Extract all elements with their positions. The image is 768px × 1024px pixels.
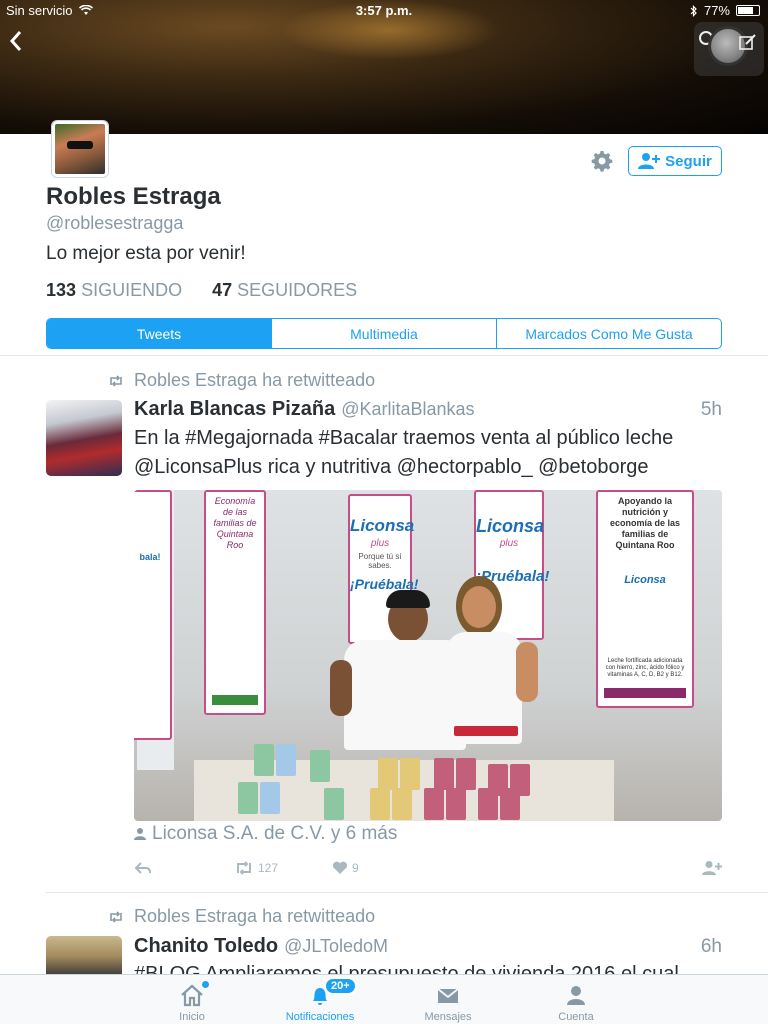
- settings-button[interactable]: [590, 149, 614, 173]
- home-unread-dot: [202, 981, 209, 988]
- bluetooth-icon: [690, 4, 697, 17]
- back-button[interactable]: [6, 28, 30, 56]
- liconsa-logo-text-3: Liconsa: [624, 574, 666, 586]
- tagged-users[interactable]: Liconsa S.A. de C.V. y 6 más: [134, 823, 397, 845]
- tab-likes[interactable]: Marcados Como Me Gusta: [496, 319, 721, 348]
- profile-handle: @roblesestragga: [46, 213, 184, 233]
- followers-count: 47: [212, 280, 233, 300]
- followers-stat[interactable]: 47 SEGUIDORES: [212, 280, 357, 301]
- battery-percent: 77%: [703, 3, 730, 18]
- retweet-count: 127: [258, 861, 279, 875]
- followers-label: SEGUIDORES: [237, 280, 358, 300]
- sign-stripe-right: [604, 688, 686, 698]
- profile-bio: Lo mejor esta por venir!: [46, 243, 246, 264]
- tweet-author-avatar[interactable]: [46, 400, 122, 476]
- gear-icon: [591, 151, 613, 172]
- liconsa-logo-text-2: Liconsa: [476, 516, 545, 536]
- tab-account[interactable]: Cuenta: [526, 975, 626, 1024]
- tweet-header: Karla Blancas Pizaña @KarlitaBlankas 5h: [134, 398, 722, 421]
- heart-icon: [332, 861, 348, 874]
- tab-account-label: Cuenta: [558, 1011, 594, 1023]
- tab-notifications[interactable]: 20+ Notificaciones: [270, 975, 370, 1024]
- booth-sign-right: Apoyando la nutrición y economía de las …: [596, 490, 694, 708]
- tab-messages-label: Mensajes: [424, 1011, 472, 1023]
- tweet-author-handle: @KarlitaBlankas: [341, 399, 475, 419]
- like-button[interactable]: 9: [332, 861, 359, 875]
- tab-messages[interactable]: Mensajes: [398, 975, 498, 1024]
- liconsa-logo-text: Liconsa: [350, 516, 415, 535]
- follow-button-label: Seguir: [665, 152, 712, 170]
- home-icon: [181, 984, 203, 1007]
- reply-icon: [134, 862, 151, 874]
- user-icon: [134, 828, 146, 840]
- profile-name: Robles Estraga: [46, 183, 221, 210]
- sign-left-text: Economía de las familias de Quintana Roo: [213, 496, 257, 550]
- bottom-tab-bar: Inicio 20+ Notificaciones Mensajes Cuent…: [0, 974, 768, 1024]
- tweet-divider: [46, 892, 768, 893]
- retweet-icon: [110, 910, 122, 923]
- liconsa-plus-text-2: plus: [499, 538, 519, 549]
- tweet-author-handle-2: @JLToledoM: [284, 936, 389, 956]
- add-user-icon: [702, 861, 722, 875]
- profile-stats: 133 SIGUIENDO 47 SEGUIDORES: [46, 280, 357, 301]
- sign-left-edge-text: bala!: [139, 552, 161, 562]
- retweet-context-text-2: Robles Estraga ha retwitteado: [134, 906, 376, 926]
- tab-tweets[interactable]: Tweets: [47, 319, 271, 348]
- follow-author-button[interactable]: [702, 860, 722, 876]
- status-bar: Sin servicio 3:57 p.m. 77%: [0, 0, 768, 22]
- add-user-icon: [638, 153, 661, 169]
- retweet-button[interactable]: 127: [234, 861, 332, 875]
- retweet-icon: [237, 861, 251, 875]
- tweet-actions: 127 9: [134, 857, 722, 879]
- following-stat[interactable]: 133 SIGUIENDO: [46, 280, 182, 301]
- avatar-sunglasses: [67, 141, 93, 149]
- status-right: 77%: [690, 3, 760, 18]
- profile-avatar[interactable]: [52, 121, 108, 177]
- retweet-context-text: Robles Estraga ha retwitteado: [134, 370, 376, 390]
- sign-right-text: Apoyando la nutrición y economía de las …: [609, 496, 681, 550]
- tab-multimedia[interactable]: Multimedia: [271, 319, 496, 348]
- retweet-context-2: Robles Estraga ha retwitteado: [108, 906, 375, 927]
- tweet-text: En la #Megajornada #Bacalar traemos vent…: [134, 427, 674, 478]
- follow-button[interactable]: Seguir: [628, 146, 722, 176]
- tweet-timestamp-2: 6h: [700, 936, 722, 957]
- like-count: 9: [352, 861, 359, 875]
- tweet-author-name[interactable]: Karla Blancas Pizaña: [134, 398, 335, 421]
- retweet-icon: [110, 374, 122, 387]
- tweet-header-2: Chanito Toledo @JLToledoM 6h: [134, 935, 722, 958]
- tweet-photo[interactable]: bala! Economía de las familias de Quinta…: [134, 490, 722, 821]
- tweet-text-2: #BLOG Ampliaremos el presupuesto de vivi…: [134, 962, 724, 974]
- tab-home-label: Inicio: [179, 1011, 205, 1023]
- following-count: 133: [46, 280, 77, 300]
- booth-sign-left: Economía de las familias de Quintana Roo: [204, 490, 266, 715]
- tweet-text-2-inner: #BLOG Ampliaremos el presupuesto de vivi…: [134, 963, 679, 974]
- tab-notifications-label: Notificaciones: [285, 1011, 355, 1023]
- sign-stripe: [212, 695, 258, 705]
- clock: 3:57 p.m.: [355, 3, 413, 18]
- envelope-icon: [437, 988, 459, 1003]
- tweet-timestamp: 5h: [700, 399, 722, 420]
- chevron-left-icon: [9, 31, 22, 51]
- profile-tabs: Tweets Multimedia Marcados Como Me Gusta: [46, 318, 722, 349]
- header-divider: [0, 355, 768, 356]
- booth-sign-left-edge: bala!: [134, 490, 172, 740]
- tab-home[interactable]: Inicio: [142, 975, 242, 1024]
- tweet-author-name-2[interactable]: Chanito Toledo: [134, 935, 278, 958]
- retweet-context: Robles Estraga ha retwitteado: [108, 370, 375, 391]
- sign-right-small: Leche fortificada adicionada con hierro,…: [605, 658, 685, 678]
- tagged-users-text: Liconsa S.A. de C.V. y 6 más: [152, 823, 398, 844]
- tweet-author-avatar-2[interactable]: [46, 936, 122, 976]
- following-label: SIGUIENDO: [81, 280, 183, 300]
- search-button[interactable]: [694, 22, 764, 76]
- compose-icon: [739, 34, 756, 50]
- person-icon: [567, 986, 585, 1005]
- notifications-badge: 20+: [324, 977, 357, 995]
- liconsa-plus-text: plus: [370, 538, 390, 549]
- liconsa-tagline: Porque tú sí sabes.: [358, 552, 402, 570]
- battery-icon: [736, 5, 760, 16]
- reply-button[interactable]: [134, 861, 234, 875]
